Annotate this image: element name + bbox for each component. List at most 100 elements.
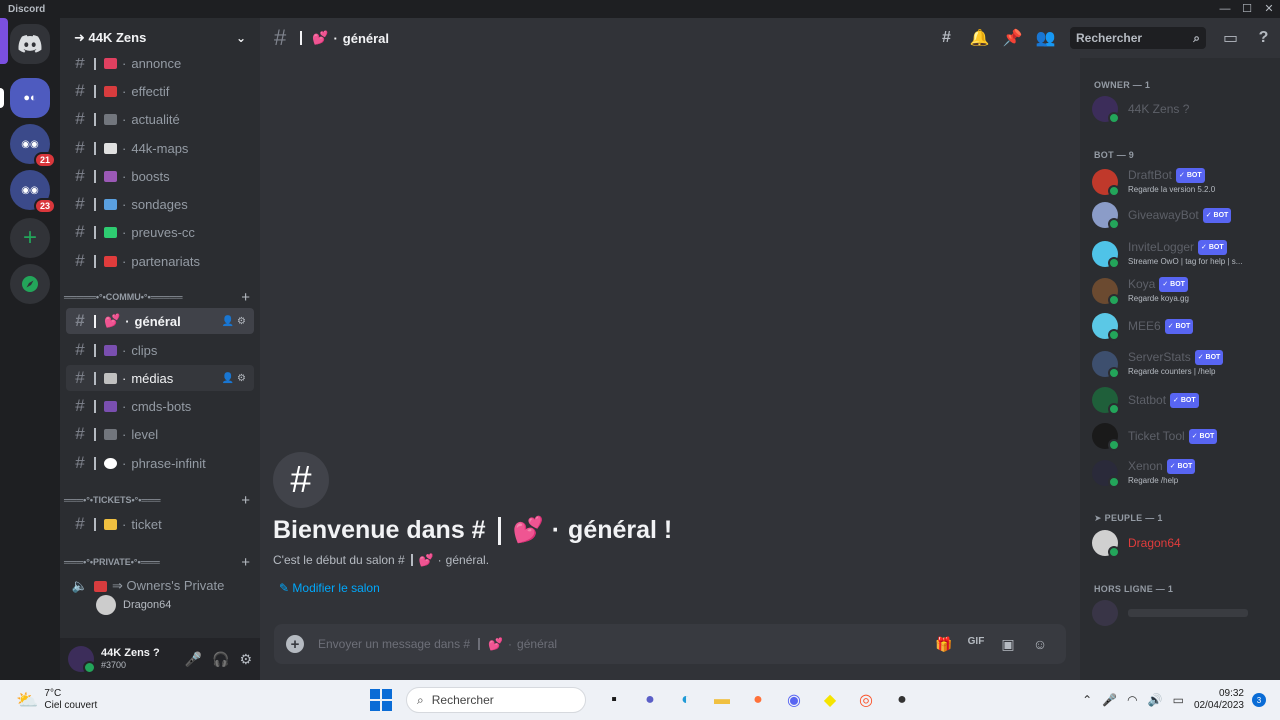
help-icon[interactable]: ? [1247,29,1280,47]
member-mee6[interactable]: MEE6 ✓ BOT [1092,313,1272,341]
folder-avatars-icon: ◉◉ [21,184,39,196]
chevron-up-icon[interactable]: ⌃ [1082,693,1092,707]
channel-emoji-icon [104,344,117,356]
member-offline[interactable] [1092,600,1272,626]
inbox-icon[interactable]: ▭ [1214,28,1247,48]
channel-44k-maps[interactable]: # · 44k-maps [66,135,254,161]
server-folder-1[interactable]: ◉◉ 21 [10,124,56,168]
channel-clips[interactable]: # · clips [66,337,254,363]
member-giveawaybot[interactable]: GiveawayBot ✓ BOT [1092,202,1272,230]
avatar[interactable] [68,646,96,674]
gift-icon[interactable]: 🎁 [928,636,960,653]
server-header[interactable]: ➜ 44K Zens ⌄ [60,18,260,58]
channel-general[interactable]: # 💕 · général 👤 ⚙ [66,308,254,334]
firefox-icon[interactable]: ● [740,691,776,709]
search-placeholder: Rechercher [1076,31,1143,45]
member-statbot[interactable]: Statbot ✓ BOT [1092,387,1272,415]
channel-annonce[interactable]: # · annonce [66,58,254,76]
weather-widget[interactable]: ⛅ 7°C Ciel couvert [16,688,97,712]
category-commu[interactable]: ═════•°•COMMU•°•═════ + [64,289,250,306]
cloud-sun-icon: ⛅ [16,690,39,710]
invite-icon[interactable]: 👤 [222,373,234,384]
file-explorer-icon[interactable]: ▬ [704,691,740,709]
member-ticket-tool[interactable]: Ticket Tool ✓ BOT [1092,423,1272,451]
close-icon[interactable]: ✕ [1258,0,1280,18]
channel-label: partenariats [131,253,200,269]
bell-icon[interactable]: 🔔 [963,28,996,48]
gear-icon[interactable]: ⚙ [239,651,252,668]
server-44k-zens[interactable]: ●◐ [10,78,50,118]
microphone-icon[interactable]: 🎤 [1102,693,1117,707]
channel-cmds-bots[interactable]: # · cmds-bots [66,393,254,419]
member-owner[interactable]: 44K Zens ? [1092,96,1272,124]
maximize-icon[interactable]: ☐ [1236,0,1258,18]
notification-badge[interactable]: 3 [1252,693,1266,707]
hash-icon: # [75,138,85,157]
category-label: ═══•°•PRIVATE•°•═══ [64,557,160,567]
avatar [96,595,116,615]
emoji-icon[interactable]: ☺ [1024,636,1056,653]
member-dragon64[interactable]: Dragon64 [1092,530,1272,558]
channel-phrase-infinit[interactable]: # · phrase-infinit [66,450,254,476]
channel-level[interactable]: # · level [66,421,254,447]
create-channel-icon[interactable]: + [241,289,250,306]
gif-icon[interactable]: GIF [960,636,992,653]
clock[interactable]: 09:32 02/04/2023 [1194,688,1244,712]
edge-icon[interactable]: ◐ [668,691,704,709]
category-tickets[interactable]: ═══•°•TICKETS•°•═══ + [64,492,250,509]
member-invitelogger[interactable]: InviteLogger ✓ BOT Streame OwO | tag for h… [1092,240,1272,269]
direct-messages-button[interactable] [10,24,50,64]
create-channel-icon[interactable]: + [241,554,250,571]
volume-icon[interactable]: 🔊 [1148,693,1163,707]
add-server-button[interactable]: + [10,218,50,258]
channel-boosts[interactable]: # · boosts [66,163,254,189]
media-app-icon[interactable]: ● [884,691,920,709]
minimize-icon[interactable]: — [1214,0,1236,18]
snapchat-icon[interactable]: ◆ [812,690,848,710]
pin-icon[interactable]: 📌 [996,28,1029,48]
channel-partenariats[interactable]: # · partenariats [66,248,254,274]
headphones-icon[interactable]: 🎧 [212,651,229,668]
threads-icon[interactable]: # [930,29,963,47]
sticker-icon[interactable]: ▣ [992,636,1024,653]
windows-start-icon[interactable] [370,689,392,711]
channel-preuves-cc[interactable]: # · preuves-cc [66,219,254,245]
members-icon[interactable]: 👥 [1029,28,1062,48]
gear-icon[interactable]: ⚙ [237,373,246,384]
member-xenon[interactable]: Xenon ✓ BOT Regarde /help [1092,459,1272,488]
add-attachment-icon[interactable]: + [286,635,304,653]
battery-icon[interactable]: ▭ [1173,693,1184,707]
channel-ticket[interactable]: # · ticket [66,511,254,537]
server-folder-2[interactable]: ◉◉ 23 [10,170,56,214]
member-koya[interactable]: Koya ✓ BOT Regarde koya.gg [1092,277,1272,306]
teams-icon[interactable]: ● [632,691,668,709]
create-channel-icon[interactable]: + [241,492,250,509]
hash-icon: # [75,311,85,330]
channel-medias[interactable]: # · médias 👤 ⚙ [66,365,254,391]
explore-servers-button[interactable] [10,264,50,304]
channel-emoji-icon [104,255,117,267]
discord-taskbar-icon[interactable]: ◉ [776,690,812,710]
hash-icon: # [75,340,85,359]
user-info[interactable]: 44K Zens ? #3700 [101,647,175,671]
taskbar-search[interactable]: ⌕ Rechercher [406,687,586,713]
invite-icon[interactable]: 👤 [222,316,234,327]
task-view-icon[interactable]: ▪ [596,691,632,709]
search-input[interactable]: Rechercher ⌕ [1070,27,1206,49]
edit-channel-link[interactable]: ✎ Modifier le salon [279,581,672,595]
member-serverstats[interactable]: ServerStats ✓ BOT Regarde counters | /help [1092,350,1272,379]
channel-sondages[interactable]: # · sondages [66,191,254,217]
channel-emoji-icon [104,457,117,469]
brave-icon[interactable]: ◎ [848,690,884,710]
message-input[interactable]: + Envoyer un message dans # 💕 · général … [274,624,1066,664]
category-private[interactable]: ═══•°•PRIVATE•°•═══ + [64,554,250,571]
member-draftbot[interactable]: DraftBot ✓ BOT Regarde la version 5.2.0 [1092,168,1272,197]
channel-effectif[interactable]: # · effectif [66,78,254,104]
wifi-icon[interactable]: ◠ [1127,693,1137,707]
channel-actualite[interactable]: # · actualité [66,106,254,132]
gear-icon[interactable]: ⚙ [237,316,246,327]
microphone-icon[interactable]: 🎤 [185,651,202,668]
user-name: 44K Zens ? [101,647,160,659]
voice-connected-user[interactable]: Dragon64 [96,595,171,615]
bot-badge: ✓ BOT [1176,168,1205,183]
